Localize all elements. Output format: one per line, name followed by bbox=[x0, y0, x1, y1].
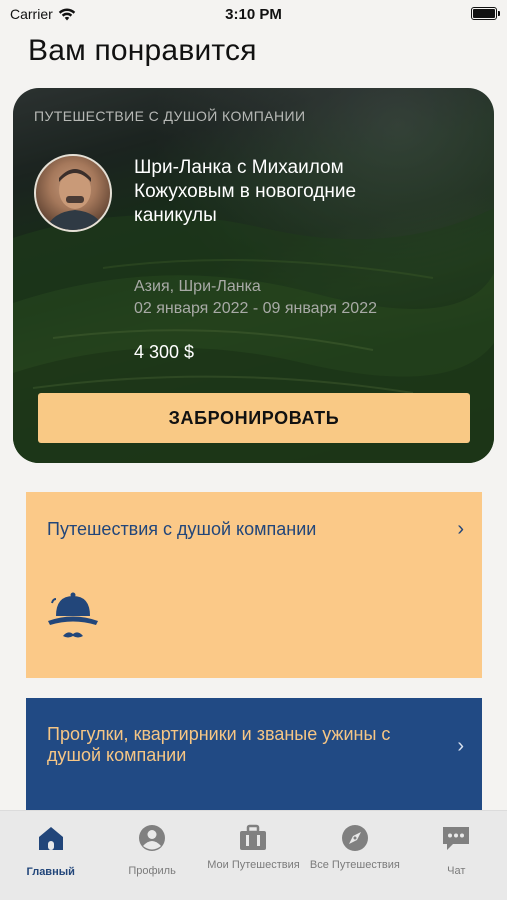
compass-icon bbox=[341, 825, 368, 851]
book-button[interactable]: ЗАБРОНИРОВАТЬ bbox=[38, 393, 470, 443]
pith-helmet-mustache-icon bbox=[48, 592, 98, 638]
tab-profile[interactable]: Профиль bbox=[101, 811, 202, 900]
trip-location: Азия, Шри-Ланка bbox=[134, 278, 261, 295]
page-title: Вам понравится bbox=[28, 34, 257, 67]
category-label: Прогулки, квартирники и званые ужины с д… bbox=[47, 724, 391, 765]
trip-title: Шри-Ланка с Михаилом Кожуховым в новогод… bbox=[134, 157, 357, 226]
trip-category: Путешествие с душой компании bbox=[34, 108, 306, 124]
category-card-travel[interactable]: Путешествия с душой компании › bbox=[26, 492, 482, 678]
category-card-events[interactable]: Прогулки, квартирники и званые ужины с д… bbox=[26, 698, 482, 810]
tab-label: Главный bbox=[26, 866, 75, 878]
tab-label: Профиль bbox=[128, 865, 176, 877]
chevron-right-icon: › bbox=[457, 518, 464, 540]
briefcase-icon bbox=[240, 824, 267, 850]
clock: 3:10 PM bbox=[225, 6, 282, 23]
host-avatar bbox=[34, 154, 112, 232]
featured-trip-card[interactable]: Путешествие с душой компании Шри-Ланка с… bbox=[13, 88, 494, 463]
trip-dates: 02 января 2022 - 09 января 2022 bbox=[134, 300, 377, 317]
tab-my-trips[interactable]: Мои Путешествия bbox=[203, 811, 304, 900]
profile-icon bbox=[139, 825, 166, 851]
tab-bar: Главный Профиль Мои Путешествия Все Путе… bbox=[0, 810, 507, 900]
tab-label: Чат bbox=[447, 865, 466, 877]
category-label: Путешествия с душой компании bbox=[47, 519, 317, 539]
battery-icon bbox=[471, 7, 500, 20]
tab-home[interactable]: Главный bbox=[0, 811, 101, 900]
status-bar: Carrier 3:10 PM bbox=[0, 0, 507, 30]
chevron-right-icon: › bbox=[457, 735, 464, 757]
tab-all-trips[interactable]: Все Путешествия bbox=[304, 811, 405, 900]
tab-label: Мои Путешествия bbox=[207, 859, 300, 871]
tab-chat[interactable]: Чат bbox=[406, 811, 507, 900]
trip-price: 4 300 $ bbox=[134, 342, 195, 362]
chat-icon bbox=[443, 827, 470, 850]
home-icon bbox=[38, 827, 63, 850]
tab-label: Все Путешествия bbox=[309, 859, 400, 871]
